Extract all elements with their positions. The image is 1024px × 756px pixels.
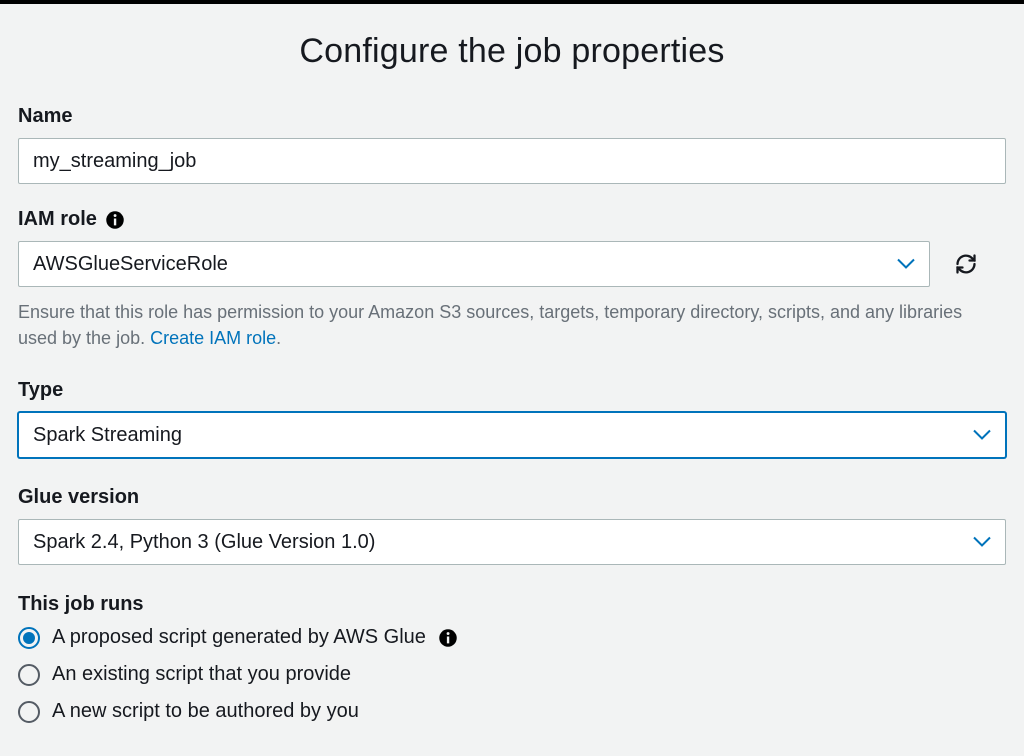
field-glue-version: Glue version Spark 2.4, Python 3 (Glue V… (18, 486, 1006, 565)
iam-label-row: IAM role (18, 208, 1006, 231)
iam-row: AWSGlueServiceRole (18, 241, 1006, 287)
field-type: Type Spark Streaming (18, 379, 1006, 458)
glue-version-select[interactable]: Spark 2.4, Python 3 (Glue Version 1.0) (18, 519, 1006, 565)
glue-value: Spark 2.4, Python 3 (Glue Version 1.0) (33, 531, 375, 554)
runs-radio-group: A proposed script generated by AWS Glue … (18, 626, 1006, 723)
radio-indicator (18, 664, 40, 686)
type-value: Spark Streaming (33, 424, 182, 447)
iam-role-select[interactable]: AWSGlueServiceRole (18, 241, 930, 287)
runs-option-new[interactable]: A new script to be authored by you (18, 700, 1006, 723)
iam-helper-suffix: . (276, 328, 281, 348)
field-name: Name (18, 105, 1006, 184)
info-icon[interactable] (438, 628, 458, 648)
field-iam-role: IAM role AWSGlueServiceRole (18, 208, 1006, 351)
runs-option-label: An existing script that you provide (52, 663, 351, 686)
info-icon[interactable] (105, 210, 125, 230)
name-input[interactable] (18, 138, 1006, 184)
chevron-down-icon (897, 259, 915, 270)
runs-label: This job runs (18, 593, 1006, 616)
type-label: Type (18, 379, 1006, 402)
create-iam-role-link[interactable]: Create IAM role (150, 328, 276, 348)
type-select[interactable]: Spark Streaming (18, 412, 1006, 458)
iam-label: IAM role (18, 208, 97, 231)
iam-helper: Ensure that this role has permission to … (18, 299, 1006, 351)
runs-option-label: A new script to be authored by you (52, 700, 359, 723)
name-label: Name (18, 105, 1006, 128)
runs-option-label: A proposed script generated by AWS Glue (52, 626, 426, 649)
runs-option-existing[interactable]: An existing script that you provide (18, 663, 1006, 686)
field-this-job-runs: This job runs A proposed script generate… (18, 593, 1006, 723)
refresh-button[interactable] (952, 250, 980, 278)
radio-indicator (18, 701, 40, 723)
chevron-down-icon (973, 537, 991, 548)
chevron-down-icon (973, 430, 991, 441)
page-container: Configure the job properties Name IAM ro… (0, 4, 1024, 723)
radio-indicator (18, 627, 40, 649)
runs-option-proposed[interactable]: A proposed script generated by AWS Glue (18, 626, 1006, 649)
glue-label: Glue version (18, 486, 1006, 509)
page-title: Configure the job properties (18, 4, 1006, 105)
iam-role-value: AWSGlueServiceRole (33, 253, 228, 276)
